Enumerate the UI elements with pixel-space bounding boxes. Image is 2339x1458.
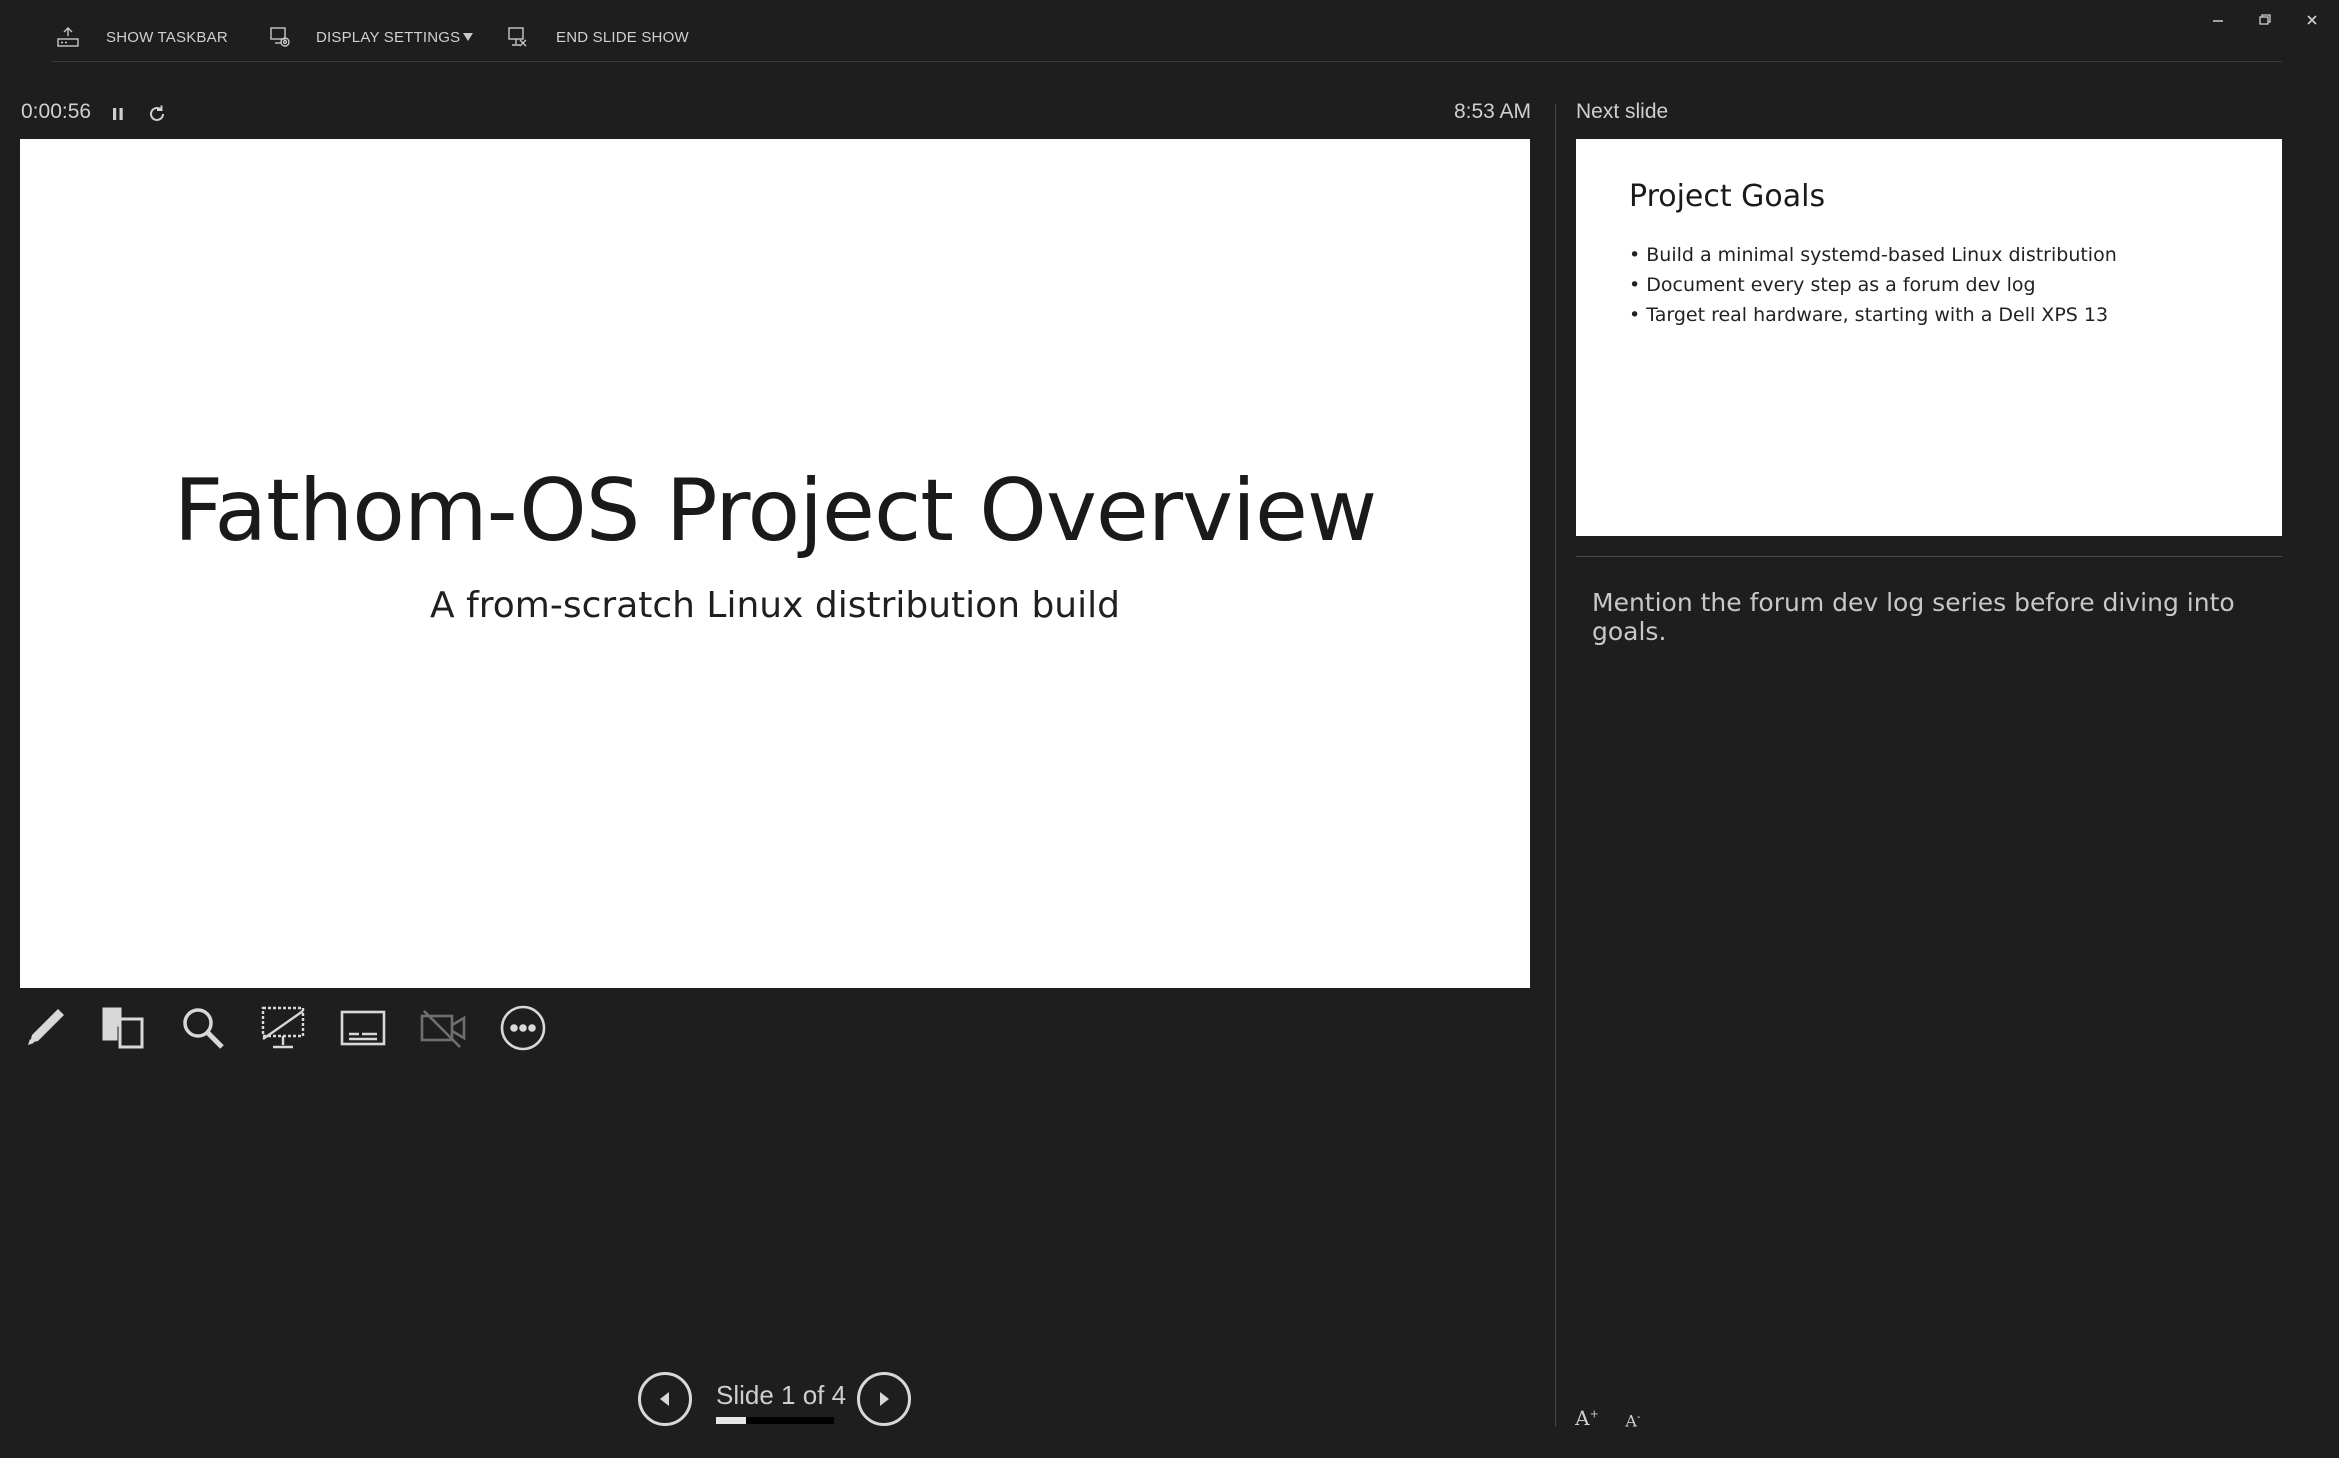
close-button[interactable] <box>2292 6 2332 34</box>
chevron-down-icon <box>463 33 474 41</box>
minimize-icon <box>2213 20 2223 22</box>
pane-divider[interactable] <box>1555 104 1556 1426</box>
show-taskbar-button[interactable]: SHOW TASKBAR <box>56 22 228 52</box>
pen-icon <box>28 1009 64 1045</box>
more-options-button[interactable] <box>494 999 552 1057</box>
slide-subtitle: A from-scratch Linux distribution build <box>430 585 1120 626</box>
camera-toggle-button[interactable] <box>414 999 472 1057</box>
current-time: 8:53 AM <box>1453 100 1531 123</box>
see-all-slides-icon <box>102 1007 144 1049</box>
restore-icon <box>2259 14 2271 25</box>
zoom-button[interactable] <box>174 999 232 1057</box>
slide-counter: Slide 1 of 4 <box>716 1380 847 1410</box>
see-all-slides-button[interactable] <box>94 999 152 1057</box>
slide-progress <box>716 1417 834 1424</box>
increase-font-button[interactable]: A+ <box>1574 1404 1600 1430</box>
pen-tool-button[interactable] <box>16 999 74 1057</box>
camera-off-icon <box>420 1010 466 1048</box>
subtitles-icon <box>340 1010 386 1046</box>
decrease-font-button[interactable]: A- <box>1620 1404 1646 1430</box>
black-screen-icon <box>261 1006 305 1049</box>
more-options-icon <box>500 1005 546 1051</box>
next-slide-title: Project Goals <box>1629 179 1826 214</box>
next-slide-bullet: Document every step as a forum dev log <box>1629 270 2117 300</box>
slide-progress-fill <box>716 1417 746 1424</box>
display-settings-icon <box>270 27 290 47</box>
decrease-font-icon: A- <box>1625 1409 1641 1430</box>
reset-timer-icon[interactable] <box>145 102 169 126</box>
next-slide-label: Next slide <box>1576 100 1669 123</box>
next-slide-button[interactable] <box>857 1372 911 1426</box>
notes-divider <box>1576 556 2282 557</box>
previous-slide-button[interactable] <box>638 1372 692 1426</box>
end-slide-show-label: END SLIDE SHOW <box>556 28 689 46</box>
end-slide-show-button[interactable]: END SLIDE SHOW <box>506 22 689 52</box>
pause-icon[interactable] <box>106 102 130 126</box>
black-screen-button[interactable] <box>254 999 312 1057</box>
toolbar-divider <box>52 61 2282 62</box>
arrow-left-icon <box>660 1392 669 1406</box>
taskbar-icon <box>57 27 79 47</box>
speaker-notes[interactable]: Mention the forum dev log series before … <box>1592 588 2272 646</box>
elapsed-timer: 0:00:56 <box>21 100 92 123</box>
minimize-button[interactable] <box>2198 6 2238 34</box>
next-slide-bullets: Build a minimal systemd-based Linux dist… <box>1629 240 2117 330</box>
display-settings-label: DISPLAY SETTINGS <box>316 28 461 46</box>
next-slide-bullet: Build a minimal systemd-based Linux dist… <box>1629 240 2117 270</box>
show-taskbar-label: SHOW TASKBAR <box>106 28 228 46</box>
end-slide-show-icon <box>508 27 527 47</box>
next-slide-bullet: Target real hardware, starting with a De… <box>1629 300 2117 330</box>
current-slide[interactable]: Fathom-OS Project Overview A from-scratc… <box>20 139 1530 988</box>
display-settings-button[interactable]: DISPLAY SETTINGS <box>268 22 474 52</box>
slide-title: Fathom-OS Project Overview <box>173 461 1377 561</box>
restore-button[interactable] <box>2245 6 2285 34</box>
close-icon <box>2307 15 2317 25</box>
increase-font-icon: A+ <box>1575 1406 1599 1430</box>
subtitles-button[interactable] <box>334 999 392 1057</box>
zoom-icon <box>183 1008 224 1049</box>
arrow-right-icon <box>880 1392 889 1406</box>
next-slide-preview[interactable]: Project Goals Build a minimal systemd-ba… <box>1576 139 2282 536</box>
